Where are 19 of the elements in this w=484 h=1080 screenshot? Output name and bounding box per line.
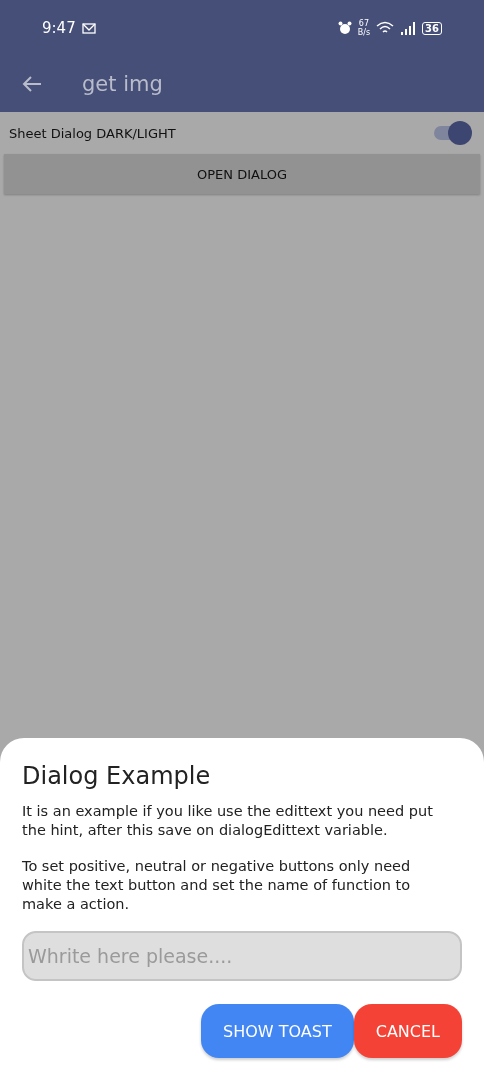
back-arrow-icon bbox=[22, 75, 42, 93]
theme-switch[interactable] bbox=[432, 120, 472, 146]
app-title: get img bbox=[82, 72, 163, 96]
switch-label: Sheet Dialog DARK/LIGHT bbox=[9, 125, 176, 141]
toast-button[interactable]: SHOW TOAST bbox=[201, 1004, 354, 1058]
speed-unit: B/s bbox=[357, 28, 371, 37]
dialog-title: Dialog Example bbox=[22, 762, 212, 790]
mail-icon bbox=[81, 22, 96, 34]
alarm-icon bbox=[337, 21, 352, 35]
status-time: 9:47 bbox=[42, 19, 76, 37]
speed-value: 67 bbox=[358, 19, 369, 28]
input-field[interactable]: Whrite here please.... bbox=[22, 931, 462, 981]
battery-level: 36 bbox=[422, 21, 442, 35]
signal-icon bbox=[400, 21, 417, 35]
dialog-message: To set positive, neutral or negative buttons only need white the text button and set the name of function to make a action. bbox=[22, 857, 412, 914]
cancel-button[interactable]: CANCEL bbox=[353, 1004, 462, 1058]
open-dialog-button[interactable]: OPEN DIALOG bbox=[4, 154, 480, 194]
wifi-icon bbox=[376, 21, 395, 35]
dialog-message: It is an example if you like use the edittext you need put the hint, after this save on dialogEdittext variable. bbox=[22, 802, 434, 840]
